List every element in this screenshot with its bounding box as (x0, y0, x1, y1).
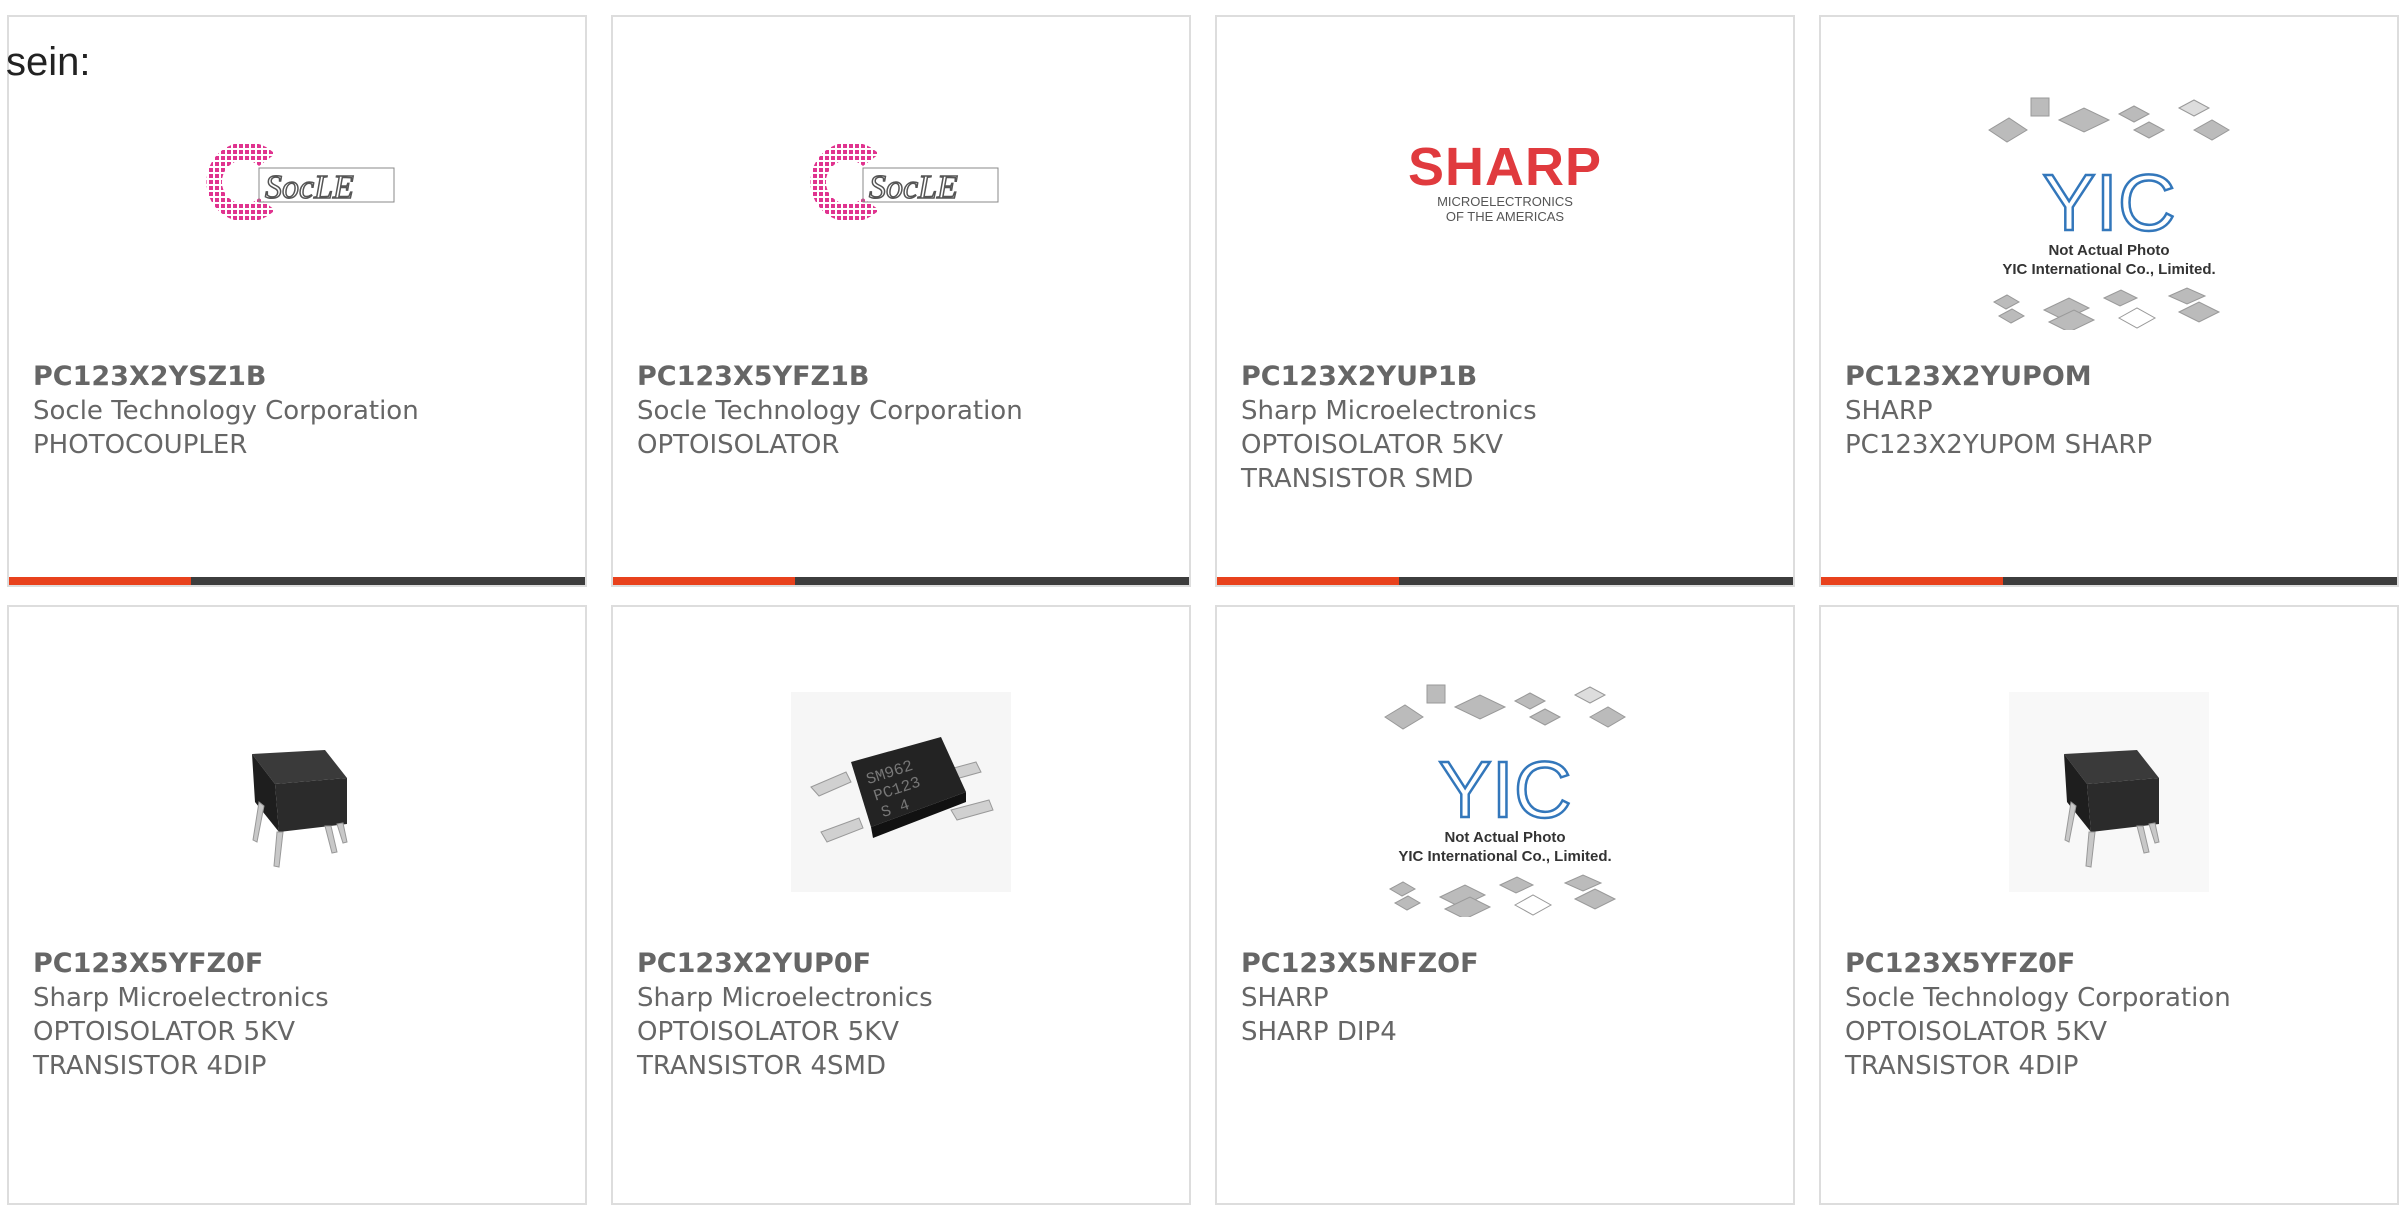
part-number[interactable]: PC123X2YUP1B (1241, 360, 1773, 394)
product-image: SocLE (9, 77, 585, 287)
page-heading: sein: (6, 40, 91, 84)
product-image: SHARP MICROELECTRONICS OF THE AMERICAS (1217, 77, 1793, 287)
card-accent (1821, 577, 2003, 585)
svg-text:YIC: YIC (2042, 158, 2175, 247)
card-accent (613, 577, 795, 585)
description-line: OPTOISOLATOR 5KV (637, 1017, 900, 1047)
part-number[interactable]: PC123X2YUP0F (637, 947, 1169, 981)
description-line: OPTOISOLATOR 5KV (1241, 430, 1504, 460)
yic-placeholder-icon: YIC Not Actual Photo YIC International C… (1384, 684, 1626, 917)
svg-text:YIC: YIC (1438, 745, 1571, 834)
smd4-chip-icon: SM962 PC123 S 4 (791, 692, 1011, 892)
svg-text:Not Actual Photo: Not Actual Photo (2048, 242, 2169, 259)
product-card[interactable]: SocLE PC123X5YFZ1B Socle Technology Corp… (611, 15, 1191, 587)
description-line: TRANSISTOR SMD (1241, 464, 1474, 494)
product-image (1821, 687, 2397, 897)
part-number[interactable]: PC123X5YFZ1B (637, 360, 1169, 394)
product-card[interactable]: SM962 PC123 S 4 PC123X2YUP0F Sharp Micro… (611, 605, 1191, 1205)
product-image: YIC Not Actual Photo YIC International C… (1821, 97, 2397, 330)
svg-text:YIC International Co., Limited: YIC International Co., Limited. (2002, 261, 2215, 278)
description-line: TRANSISTOR 4SMD (637, 1051, 886, 1081)
card-bottom-bar (9, 577, 585, 585)
description-line: OPTOISOLATOR 5KV (1845, 1017, 2108, 1047)
svg-text:SocLE: SocLE (265, 169, 354, 206)
product-image: SM962 PC123 S 4 (613, 687, 1189, 897)
card-bottom-bar (1217, 577, 1793, 585)
product-image: YIC Not Actual Photo YIC International C… (1217, 684, 1793, 917)
manufacturer: Socle Technology Corporation (637, 396, 1023, 426)
product-card[interactable]: SHARP MICROELECTRONICS OF THE AMERICAS P… (1215, 15, 1795, 587)
product-image (9, 687, 585, 897)
description-line: SHARP DIP4 (1241, 1017, 1397, 1047)
part-number[interactable]: PC123X2YSZ1B (33, 360, 565, 394)
sharp-logo-icon: SHARP MICROELECTRONICS OF THE AMERICAS (1407, 137, 1603, 224)
manufacturer: SHARP (1241, 983, 1329, 1013)
description-line: OPTOISOLATOR (637, 430, 840, 460)
part-number[interactable]: PC123X5YFZ0F (33, 947, 565, 981)
manufacturer: Sharp Microelectronics (637, 983, 933, 1013)
card-bottom-bar (1821, 577, 2397, 585)
card-accent (1217, 577, 1399, 585)
product-card[interactable]: PC123X5YFZ0F Socle Technology Corporatio… (1819, 605, 2399, 1205)
description-line: TRANSISTOR 4DIP (1845, 1051, 2079, 1081)
card-bottom-bar (613, 577, 1189, 585)
svg-text:YIC International Co., Limited: YIC International Co., Limited. (1398, 848, 1611, 865)
svg-text:Not Actual Photo: Not Actual Photo (1444, 829, 1565, 846)
part-number[interactable]: PC123X5YFZ0F (1845, 947, 2377, 981)
product-grid: SocLE PC123X2YSZ1B Socle Technology Corp… (0, 0, 2400, 1205)
part-number[interactable]: PC123X5NFZOF (1241, 947, 1773, 981)
socle-logo-icon: SocLE (810, 142, 999, 222)
part-number[interactable]: PC123X2YUPOM (1845, 360, 2377, 394)
dip4-chip-icon (2009, 692, 2209, 892)
description-line: PC123X2YUPOM SHARP (1845, 430, 2153, 460)
manufacturer: Sharp Microelectronics (33, 983, 329, 1013)
manufacturer: SHARP (1845, 396, 1933, 426)
yic-placeholder-icon: YIC Not Actual Photo YIC International C… (1988, 97, 2230, 330)
manufacturer: Socle Technology Corporation (33, 396, 419, 426)
product-card[interactable]: PC123X5YFZ0F Sharp Microelectronics OPTO… (7, 605, 587, 1205)
product-image: SocLE (613, 77, 1189, 287)
description-line: TRANSISTOR 4DIP (33, 1051, 267, 1081)
description-line: OPTOISOLATOR 5KV (33, 1017, 296, 1047)
svg-text:SocLE: SocLE (869, 169, 958, 206)
card-accent (9, 577, 191, 585)
manufacturer: Sharp Microelectronics (1241, 396, 1537, 426)
product-card[interactable]: SocLE PC123X2YSZ1B Socle Technology Corp… (7, 15, 587, 587)
manufacturer: Socle Technology Corporation (1845, 983, 2231, 1013)
dip4-chip-icon (252, 750, 348, 868)
socle-logo-icon: SocLE (206, 142, 395, 222)
product-card[interactable]: YIC Not Actual Photo YIC International C… (1215, 605, 1795, 1205)
product-card[interactable]: YIC Not Actual Photo YIC International C… (1819, 15, 2399, 587)
description-line: PHOTOCOUPLER (33, 430, 248, 460)
